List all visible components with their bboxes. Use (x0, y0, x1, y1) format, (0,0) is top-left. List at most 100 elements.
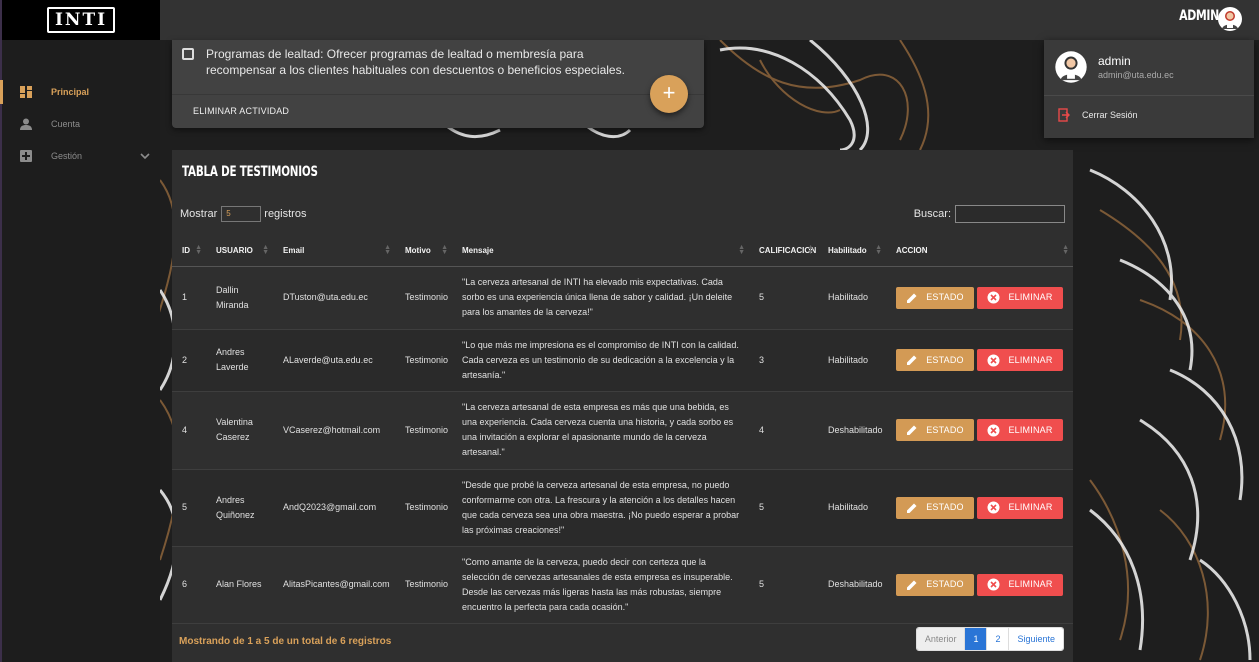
column-header-email[interactable]: Email ▲ ▼ (273, 236, 395, 267)
divider (1044, 95, 1254, 96)
cell-motivo: Testimonio (395, 546, 452, 624)
cell-mensaje: "Lo que más me impresiona es el compromi… (452, 329, 749, 392)
estado-button[interactable]: ESTADO (896, 573, 974, 596)
estado-button[interactable]: ESTADO (896, 286, 974, 309)
cell-motivo: Testimonio (395, 391, 452, 470)
delete-activity-button[interactable]: ELIMINAR ACTIVIDAD (193, 106, 289, 116)
column-header-habilitado[interactable]: Habilitado ▲ ▼ (818, 236, 886, 267)
logout-button[interactable]: Cerrar Sesión (1058, 108, 1138, 122)
cell-mensaje: "La cerveza artesanal de INTI ha elevado… (452, 266, 749, 330)
sidebar: INTI Principal Cuenta Gestión (0, 0, 160, 662)
close-circle-icon (987, 578, 1000, 591)
pencil-icon (907, 293, 917, 303)
table-info: Mostrando de 1 a 5 de un total de 6 regi… (179, 636, 392, 647)
sidebar-item-label: Gestión (51, 151, 83, 161)
cell-mensaje: "Como amante de la cerveza, puedo decir … (452, 546, 749, 624)
cell-usuario: Alan Flores (206, 546, 273, 624)
pagination-prev[interactable]: Anterior (916, 628, 965, 650)
cell-habilitado: Habilitado (818, 469, 886, 547)
cell-id: 5 (172, 469, 206, 547)
records-label: registros (264, 208, 307, 220)
eliminar-button[interactable]: ELIMINAR (977, 573, 1063, 596)
cell-mensaje: "La cerveza artesanal de esta empresa es… (452, 391, 749, 470)
cell-calificacion: 5 (749, 266, 818, 330)
cell-id: 6 (172, 546, 206, 624)
sidebar-item-gestion[interactable]: Gestión (2, 140, 160, 172)
cell-accion: ESTADO ELIMINAR (886, 266, 1073, 330)
estado-button[interactable]: ESTADO (896, 349, 974, 371)
pagination-next[interactable]: Siguiente (1008, 628, 1063, 650)
cell-motivo: Testimonio (395, 329, 452, 392)
page-title: TABLA DE TESTIMONIOS (182, 164, 318, 180)
user-name-label[interactable]: ADMIN (1179, 8, 1219, 24)
cell-id: 2 (172, 329, 206, 392)
topbar: ADMIN (160, 0, 1259, 40)
cell-usuario: Andres Laverde (206, 329, 273, 392)
column-header-motivo[interactable]: Motivo ▲ ▼ (395, 236, 452, 267)
sidebar-nav: Principal Cuenta Gestión (0, 76, 160, 172)
cell-habilitado: Habilitado (818, 266, 886, 330)
user-avatar[interactable] (1217, 6, 1243, 32)
table-row: 1 Dallin Miranda DTuston@uta.edu.ec Test… (172, 266, 1073, 330)
sidebar-item-label: Principal (51, 87, 90, 97)
cell-id: 1 (172, 266, 206, 330)
cell-accion: ESTADO ELIMINAR (886, 469, 1073, 547)
activity-text: Programas de lealtad: Ofrecer programas … (206, 47, 625, 77)
activity-item: Programas de lealtad: Ofrecer programas … (182, 46, 646, 78)
profile-dropdown: admin admin@uta.edu.ec Cerrar Sesión (1044, 40, 1254, 138)
cell-habilitado: Deshabilitado (818, 546, 886, 624)
column-header-id[interactable]: ID ▲ ▼ (172, 236, 206, 267)
close-circle-icon (987, 501, 1000, 514)
cell-email: VCaserez@hotmail.com (273, 391, 395, 470)
cell-email: AndQ2023@gmail.com (273, 469, 395, 547)
eliminar-button[interactable]: ELIMINAR (977, 419, 1063, 441)
cell-motivo: Testimonio (395, 266, 452, 330)
table-row: 5 Andres Quiñonez AndQ2023@gmail.com Tes… (172, 469, 1073, 547)
sidebar-item-cuenta[interactable]: Cuenta (2, 108, 160, 140)
search-label: Buscar: (913, 208, 951, 220)
profile-name: admin (1098, 54, 1131, 68)
cell-email: DTuston@uta.edu.ec (273, 266, 395, 330)
column-header-usuario[interactable]: USUARIO ▲ ▼ (206, 236, 273, 267)
cell-accion: ESTADO ELIMINAR (886, 546, 1073, 624)
tools-icon (20, 150, 32, 162)
pagination-page-1[interactable]: 1 (964, 628, 987, 650)
cell-id: 4 (172, 391, 206, 470)
add-activity-button[interactable]: + (650, 75, 688, 113)
testimonials-table: ID ▲ ▼ USUARIO ▲ ▼ Email ▲ ▼ Motivo ▲ ▼ Mensaje ▲… (172, 236, 1073, 624)
profile-avatar (1054, 50, 1088, 84)
table-row: 6 Alan Flores AlitasPicantes@gmail.com T… (172, 546, 1073, 624)
cell-habilitado: Habilitado (818, 329, 886, 392)
person-icon (20, 118, 32, 130)
estado-button[interactable]: ESTADO (896, 419, 974, 441)
table-header-row: ID ▲ ▼ USUARIO ▲ ▼ Email ▲ ▼ Motivo ▲ ▼ Mensaje ▲… (172, 236, 1073, 267)
column-header-mensaje[interactable]: Mensaje ▲ ▼ (452, 236, 749, 267)
cell-usuario: Dallin Miranda (206, 266, 273, 330)
pencil-icon (907, 425, 917, 435)
search-input[interactable] (955, 205, 1065, 223)
table-row: 2 Andres Laverde ALaverde@uta.edu.ec Tes… (172, 329, 1073, 392)
chevron-down-icon[interactable] (138, 149, 152, 163)
logout-label: Cerrar Sesión (1082, 110, 1138, 120)
dashboard-icon (20, 86, 32, 98)
cell-accion: ESTADO ELIMINAR (886, 391, 1073, 470)
pencil-icon (907, 580, 917, 590)
pencil-icon (907, 503, 917, 513)
estado-button[interactable]: ESTADO (896, 496, 974, 519)
activity-checkbox[interactable] (182, 48, 194, 60)
activity-card: Programas de lealtad: Ofrecer programas … (172, 40, 704, 128)
brand-logo[interactable]: INTI (46, 7, 116, 33)
logout-icon (1058, 108, 1070, 122)
close-circle-icon (987, 291, 1000, 304)
eliminar-button[interactable]: ELIMINAR (977, 286, 1063, 309)
pagination-page-2[interactable]: 2 (986, 628, 1009, 650)
sidebar-item-principal[interactable]: Principal (0, 76, 160, 108)
close-circle-icon (987, 354, 1000, 366)
search-control: Buscar: (914, 205, 1065, 223)
page-length-select[interactable]: 5 (221, 206, 262, 222)
cell-calificacion: 3 (749, 329, 818, 392)
eliminar-button[interactable]: ELIMINAR (977, 496, 1063, 519)
column-header-calificacion[interactable]: CALIFICACION ▲ ▼ (749, 236, 818, 267)
column-header-accion[interactable]: ACCION ▲ ▼ (886, 236, 1073, 267)
eliminar-button[interactable]: ELIMINAR (977, 349, 1063, 371)
